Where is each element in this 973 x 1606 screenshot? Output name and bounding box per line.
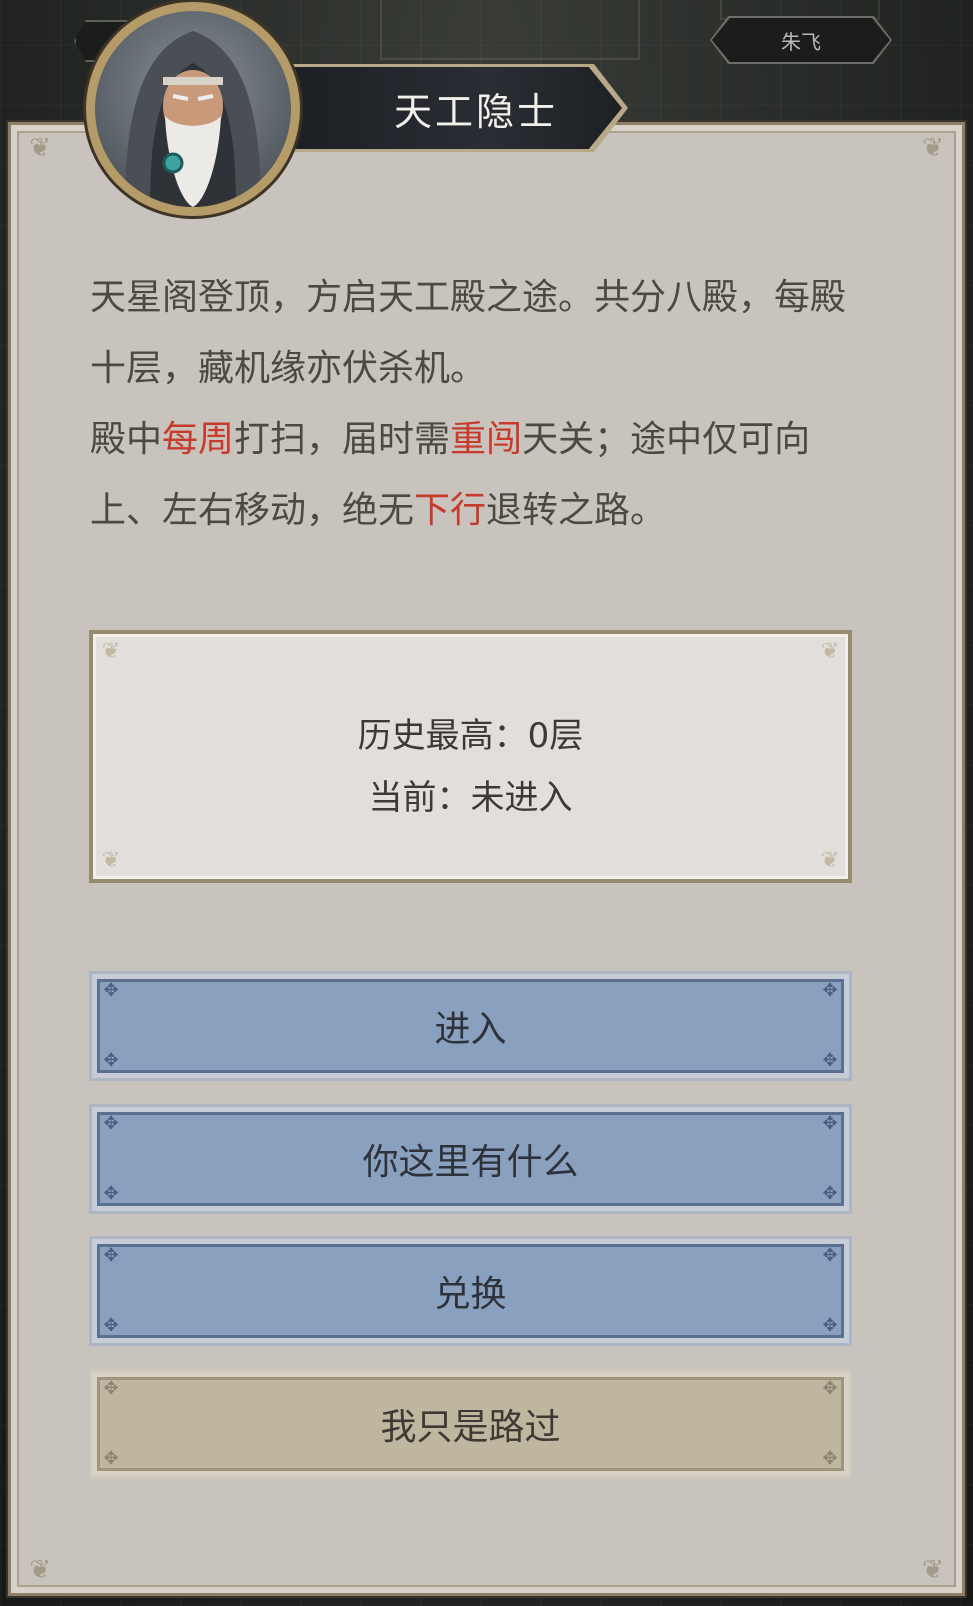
corner-ornament-icon: ❦	[101, 639, 121, 664]
best-floor-record: 历史最高：0层	[357, 716, 584, 756]
corner-ornament-icon: ❦	[922, 1555, 944, 1585]
corner-ornament-icon: ✥	[822, 1183, 838, 1204]
title-banner: 天工隐士	[290, 67, 622, 149]
corner-ornament-icon: ✥	[103, 1378, 119, 1399]
pass-by-button-label: 我只是路过	[380, 1407, 561, 1448]
corner-ornament-icon: ✥	[822, 1245, 838, 1266]
corner-ornament-icon: ✥	[822, 1113, 838, 1134]
corner-ornament-icon: ✥	[103, 1183, 119, 1204]
record-box: ❦ ❦ ❦ ❦ 历史最高：0层 当前：未进入	[89, 630, 852, 883]
corner-ornament-icon: ❦	[922, 133, 944, 163]
description-paragraph-2: 殿中每周打扫，届时需重闯天关；途中仅可向上、左右移动，绝无下行退转之路。	[90, 404, 850, 546]
right-name-tag[interactable]: 朱飞	[712, 18, 890, 62]
highlight-downward: 下行	[414, 490, 487, 531]
corner-ornament-icon: ✥	[822, 1378, 838, 1399]
corner-ornament-icon: ✥	[103, 1050, 119, 1071]
corner-ornament-icon: ❦	[101, 848, 121, 873]
corner-ornament-icon: ✥	[103, 980, 119, 1001]
corner-ornament-icon: ✥	[822, 1315, 838, 1336]
corner-ornament-icon: ✥	[103, 1245, 119, 1266]
hermit-portrait-icon	[125, 31, 261, 207]
description-text: 打扫，届时需	[234, 419, 451, 460]
highlight-rechallenge: 重闯	[450, 419, 523, 460]
description-paragraph-1: 天星阁登顶，方启天工殿之途。共分八殿，每殿十层，藏机缘亦伏杀机。	[90, 277, 847, 389]
corner-ornament-icon: ✥	[822, 1050, 838, 1071]
exchange-button[interactable]: ✥ ✥ ✥ ✥ 兑换	[89, 1236, 852, 1346]
corner-ornament-icon: ❦	[820, 639, 840, 664]
description-text: 退转之路。	[486, 490, 667, 531]
enter-button[interactable]: ✥ ✥ ✥ ✥ 进入	[89, 971, 852, 1081]
shop-button[interactable]: ✥ ✥ ✥ ✥ 你这里有什么	[89, 1104, 852, 1214]
npc-name: 天工隐士	[393, 89, 558, 134]
corner-ornament-icon: ❦	[29, 133, 51, 163]
corner-ornament-icon: ✥	[103, 1448, 119, 1469]
corner-ornament-icon: ✥	[103, 1113, 119, 1134]
highlight-weekly: 每周	[162, 419, 235, 460]
pass-by-button[interactable]: ✥ ✥ ✥ ✥ 我只是路过	[89, 1369, 852, 1479]
description-text: 殿中	[90, 419, 163, 460]
enter-button-label: 进入	[434, 1009, 507, 1050]
npc-description: 天星阁登顶，方启天工殿之途。共分八殿，每殿十层，藏机缘亦伏杀机。 殿中每周打扫，…	[90, 262, 850, 546]
current-floor-status: 当前：未进入	[368, 778, 573, 818]
corner-ornament-icon: ❦	[29, 1555, 51, 1585]
exchange-button-label: 兑换	[434, 1274, 507, 1315]
background-ornament	[380, 0, 640, 60]
corner-ornament-icon: ✥	[822, 1448, 838, 1469]
right-name-label: 朱飞	[781, 29, 821, 54]
corner-ornament-icon: ✥	[822, 980, 838, 1001]
corner-ornament-icon: ✥	[103, 1315, 119, 1336]
corner-ornament-icon: ❦	[820, 848, 840, 873]
shop-button-label: 你这里有什么	[362, 1142, 579, 1183]
avatar	[95, 11, 291, 207]
